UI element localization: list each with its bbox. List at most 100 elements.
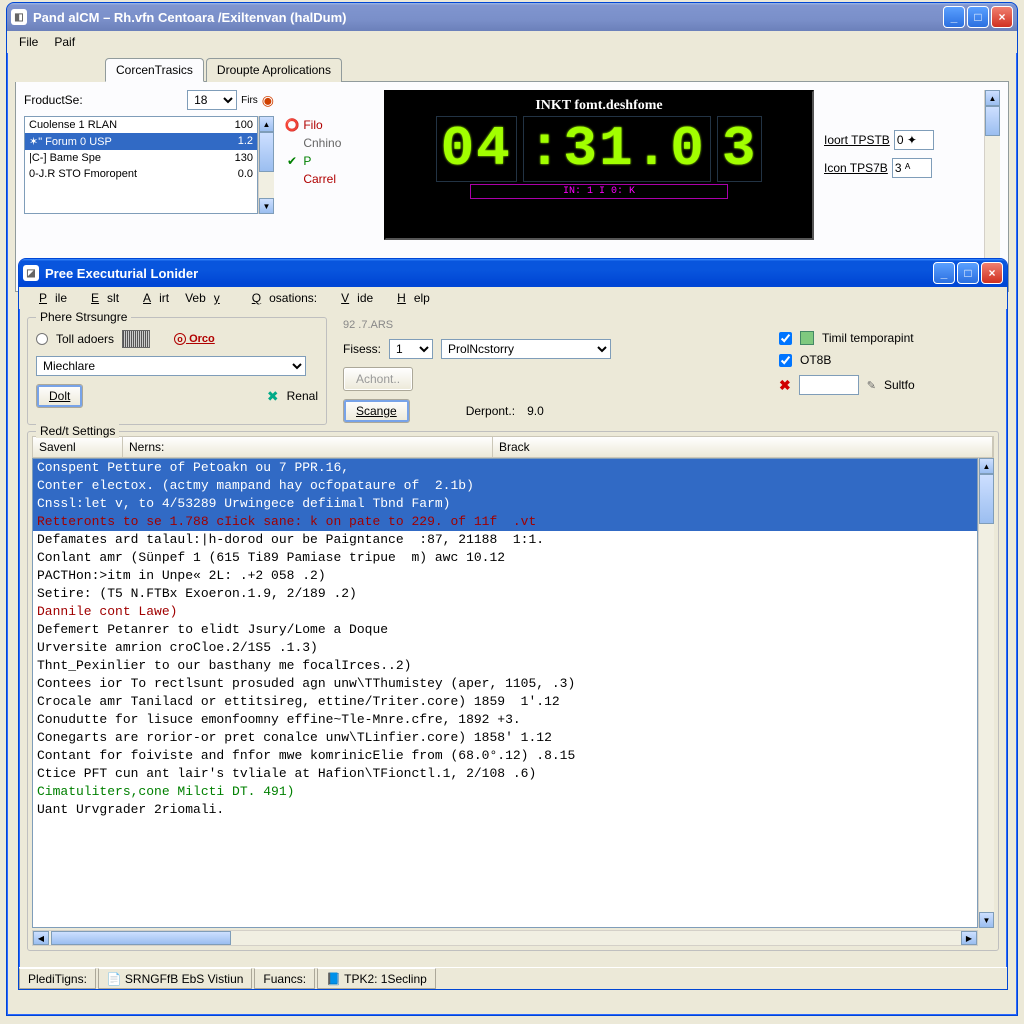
toll-adoers-radio[interactable] xyxy=(36,333,48,345)
log-line[interactable]: Setire: (T5 N.FTBx Exoeron.1.9, 2/189 .2… xyxy=(33,585,977,603)
fisess-select[interactable]: 1 xyxy=(389,339,433,359)
log-line[interactable]: Cnssl:let v, to 4/53289 Urwingece defiim… xyxy=(33,495,977,513)
minimize-button[interactable]: _ xyxy=(933,262,955,284)
minimize-button[interactable]: _ xyxy=(943,6,965,28)
back-menubar: File Paif xyxy=(7,31,1017,53)
app-icon: ◧ xyxy=(11,9,27,25)
timil-checkbox[interactable] xyxy=(779,332,792,345)
log-line[interactable]: Defamates ard talaul:|h-dorod our be Pai… xyxy=(33,531,977,549)
tab-corcentrasics[interactable]: CorcenTrasics xyxy=(105,58,204,82)
listbox-scrollbar[interactable]: ▲▼ xyxy=(258,116,274,214)
display-footer: IN: 1 I 0: K xyxy=(470,184,728,199)
panel-scrollbar[interactable]: ▲▼ xyxy=(984,90,1000,280)
log-list[interactable]: Conspent Petture of Petoakn ou 7 PPR.16,… xyxy=(32,458,978,928)
front-menubar: Pile Eslt Airt Veby Qosations: Vide Help xyxy=(19,287,1007,309)
tab-droupte[interactable]: Droupte Aprolications xyxy=(206,58,342,82)
log-scrollbar[interactable]: ▲▼ xyxy=(978,458,994,928)
warning-icon: ◉ xyxy=(262,92,274,109)
otsb-checkbox[interactable] xyxy=(779,354,792,367)
log-line[interactable]: Contant for foiviste and fnfor mwe komri… xyxy=(33,747,977,765)
pencil-icon: ✎ xyxy=(867,379,876,392)
tps7b-label: Icon TPS7B xyxy=(824,161,888,175)
phere-strsungre-label: Phere Strsungre xyxy=(36,310,131,324)
log-line[interactable]: Conegarts are rorior-or pret conalce unw… xyxy=(33,729,977,747)
sultfo-label: Sultfo xyxy=(884,378,915,392)
status-tpk2: 📘TPK2: 1Seclinp xyxy=(317,968,436,989)
log-line[interactable]: Retteronts to se 1.788 cIick sane: k on … xyxy=(33,513,977,531)
productse-select[interactable]: 18 xyxy=(187,90,237,110)
menu-veby[interactable]: Veby xyxy=(177,289,236,307)
close-button[interactable]: × xyxy=(981,262,1003,284)
product-listbox[interactable]: Cuolense 1 RLAN100 ✶" Forum 0 USP1.2 |C-… xyxy=(24,116,258,214)
redt-settings-label: Red/t Settings xyxy=(36,424,119,438)
log-line[interactable]: Defemert Petanrer to elidt Jsury/Lome a … xyxy=(33,621,977,639)
otsb-label: OT8B xyxy=(800,353,831,367)
maximize-button[interactable]: □ xyxy=(957,262,979,284)
menu-vide[interactable]: Vide xyxy=(325,289,381,307)
timil-label: Timil temporapint xyxy=(822,331,914,345)
achont-button: Achont.. xyxy=(343,367,413,391)
scange-button[interactable]: Scange xyxy=(343,399,410,423)
menu-file[interactable]: File xyxy=(11,33,46,51)
log-line[interactable]: Cimatuliters,cone Milcti DT. 491) xyxy=(33,783,977,801)
status-icons-block: ⭕ Filo Cnhino ✔ P Carrel xyxy=(284,90,374,283)
barcode-icon xyxy=(122,330,150,348)
log-line[interactable]: Conudutte for lisuce emonfoomny effine~T… xyxy=(33,711,977,729)
log-line[interactable]: Conter electox. (actmy mampand hay ocfop… xyxy=(33,477,977,495)
list-item: Cuolense 1 RLAN100 xyxy=(25,117,257,133)
log-line[interactable]: Crocale amr Tanilacd or ettitsireg, etti… xyxy=(33,693,977,711)
menu-airt[interactable]: Airt xyxy=(127,289,177,307)
tpstb-label: Ioort TPSTB xyxy=(824,133,890,147)
log-line[interactable]: Urversite amrion croCloe.2/1S5 .1.3) xyxy=(33,639,977,657)
doc-icon: 📄 xyxy=(107,972,121,986)
book-icon: 📘 xyxy=(326,972,340,986)
tpstb-field[interactable]: 0 ✦ xyxy=(894,130,934,150)
log-line[interactable]: Uant Urvgrader 2riomali. xyxy=(33,801,977,819)
column-headers[interactable]: Savenl Nerns: Brack xyxy=(32,436,994,458)
tps7b-field[interactable]: 3 ᴬ xyxy=(892,158,932,178)
log-line[interactable]: Conspent Petture of Petoakn ou 7 PPR.16, xyxy=(33,459,977,477)
delete-icon[interactable]: ✖ xyxy=(779,377,791,394)
dolt-button[interactable]: Dolt xyxy=(36,384,83,408)
orco-link[interactable]: o Orco xyxy=(174,333,215,345)
miechlare-combo[interactable]: Miechlare xyxy=(36,356,306,376)
digital-display: INKT fomt.deshfome 04 :31.0 3 IN: 1 I 0:… xyxy=(384,90,814,240)
menu-pile[interactable]: Pile xyxy=(23,289,75,307)
menu-paif[interactable]: Paif xyxy=(46,33,83,51)
menu-help[interactable]: Help xyxy=(381,289,438,307)
fisess-label: Fisess: xyxy=(343,342,381,356)
log-line[interactable]: Thnt_Pexinlier to our basthany me focalI… xyxy=(33,657,977,675)
list-item: |C-] Bame Spe130 xyxy=(25,150,257,166)
front-titlebar: ◪ Pree Executurial Lonider _ □ × xyxy=(19,259,1007,287)
back-titlebar: ◧ Pand alCM – Rh.vfn Centoara /Exiltenva… xyxy=(7,3,1017,31)
back-title: Pand alCM – Rh.vfn Centoara /Exiltenvan … xyxy=(33,10,943,25)
log-line[interactable]: Conlant amr (Sünpef 1 (615 Ti89 Pamiase … xyxy=(33,549,977,567)
foreground-window: ◪ Pree Executurial Lonider _ □ × Pile Es… xyxy=(18,258,1008,990)
derpont-label: Derpont.: xyxy=(466,404,515,418)
status-pleditigns: PlediTigns: xyxy=(19,968,96,989)
display-title: INKT fomt.deshfome xyxy=(390,96,808,116)
productse-suffix: Firs xyxy=(241,95,258,106)
list-item: ✶" Forum 0 USP1.2 xyxy=(25,133,257,150)
menu-eslt[interactable]: Eslt xyxy=(75,289,127,307)
check-icon: ✖ xyxy=(267,388,279,405)
log-line[interactable]: PACTHon:>itm in Unpe« 2L: .+2 058 .2) xyxy=(33,567,977,585)
log-line[interactable]: Ctice PFT cun ant lair's tvliale at Hafi… xyxy=(33,765,977,783)
sultfo-input[interactable] xyxy=(799,375,859,395)
menu-qosations[interactable]: Qosations: xyxy=(236,289,325,307)
status-fuancs: Fuancs: xyxy=(254,968,315,989)
renal-label: Renal xyxy=(287,389,318,403)
doc-icon xyxy=(800,331,814,345)
status-srngffb: 📄SRNGFfB EbS Vistiun xyxy=(98,968,253,989)
horizontal-scrollbar[interactable]: ◀ ▶ xyxy=(32,930,978,946)
list-item: 0-J.R STO Fmoropent0.0 xyxy=(25,166,257,182)
log-line[interactable]: Contees ior To rectlsunt prosuded agn un… xyxy=(33,675,977,693)
statusbar: PlediTigns: 📄SRNGFfB EbS Vistiun Fuancs:… xyxy=(19,967,1007,989)
maximize-button[interactable]: □ xyxy=(967,6,989,28)
log-line[interactable]: Dannile cont Lawe) xyxy=(33,603,977,621)
toll-adoers-label: Toll adoers xyxy=(56,332,114,346)
productse-label: FroductSe: xyxy=(24,93,83,107)
prolncstorry-select[interactable]: ProlNcstorry xyxy=(441,339,611,359)
close-button[interactable]: × xyxy=(991,6,1013,28)
front-title: Pree Executurial Lonider xyxy=(45,266,933,281)
